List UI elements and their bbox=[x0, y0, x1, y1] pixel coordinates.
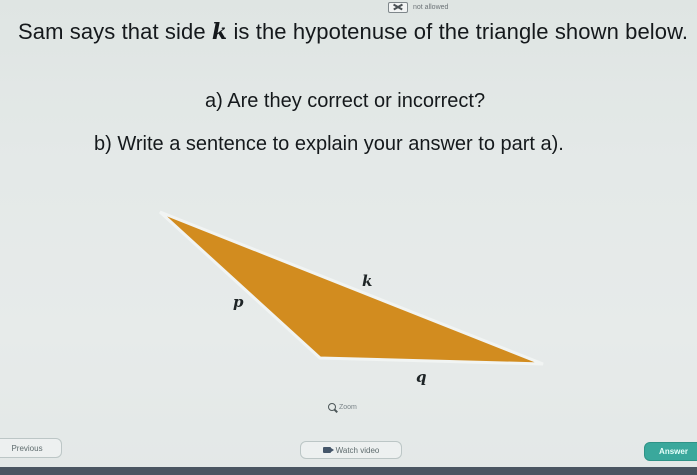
not-allowed-text: not allowed bbox=[413, 4, 449, 11]
label-q: q bbox=[416, 368, 427, 386]
answer-label: Answer bbox=[659, 447, 688, 456]
video-icon bbox=[322, 447, 334, 453]
screen-bottom-border bbox=[0, 467, 697, 475]
triangle-diagram: k p q bbox=[150, 205, 560, 390]
label-k: k bbox=[362, 272, 372, 290]
label-p: p bbox=[233, 293, 244, 311]
not-allowed-indicator: not allowed bbox=[388, 2, 448, 13]
watch-video-button[interactable]: Watch video bbox=[300, 441, 402, 459]
previous-label: Previous bbox=[11, 443, 43, 453]
side-k-inline: k bbox=[211, 19, 228, 45]
zoom-label: Zoom bbox=[339, 403, 357, 411]
question-statement: Sam says that side k is the hypotenuse o… bbox=[18, 19, 688, 45]
previous-button[interactable]: Previous bbox=[0, 438, 62, 458]
question-part-a: a) Are they correct or incorrect? bbox=[205, 90, 486, 112]
triangle-shape bbox=[158, 210, 544, 366]
magnifier-icon bbox=[328, 403, 336, 411]
triangle-svg: k p q bbox=[158, 210, 544, 386]
zoom-button[interactable]: Zoom bbox=[328, 403, 357, 411]
question-prefix: Sam says that side bbox=[18, 19, 212, 44]
watch-video-label: Watch video bbox=[335, 445, 380, 455]
question-part-b: b) Write a sentence to explain your answ… bbox=[94, 133, 564, 155]
not-allowed-icon bbox=[388, 2, 408, 13]
answer-button[interactable]: Answer bbox=[644, 442, 697, 461]
question-suffix: is the hypotenuse of the triangle shown … bbox=[233, 19, 689, 44]
